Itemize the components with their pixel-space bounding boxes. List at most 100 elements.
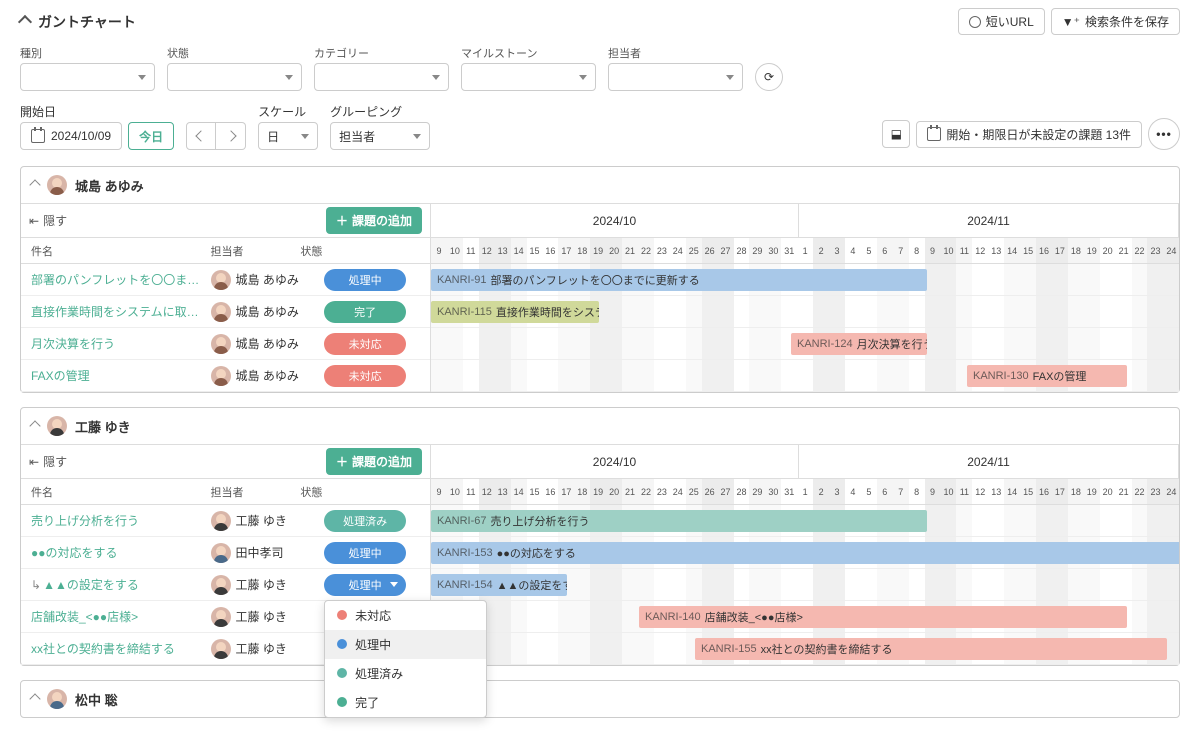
next-button[interactable] (216, 122, 246, 150)
add-issue-button[interactable]: ＋課題の追加 (326, 207, 422, 234)
collapse-left-icon: ⇤ (29, 214, 39, 228)
day-header: 15 (527, 479, 543, 504)
column-header-assignee: 担当者 (211, 484, 301, 500)
status-pill[interactable]: 処理中 (324, 542, 406, 564)
status-dot-icon (337, 639, 347, 649)
grouping-select[interactable]: 担当者 (330, 122, 430, 150)
chevron-right-icon (225, 130, 236, 141)
task-assignee: 田中孝司 (211, 543, 301, 563)
task-name-link[interactable]: ↳▲▲の設定をする (21, 576, 211, 593)
gantt-bar[interactable]: KANRI-124 月次決算を行う (791, 333, 927, 355)
status-dot-icon (337, 668, 347, 678)
filter-category-label: カテゴリー (314, 45, 449, 61)
day-header: 21 (1116, 479, 1132, 504)
today-button[interactable]: 今日 (128, 122, 174, 150)
gantt-row: KANRI-124 月次決算を行う (431, 328, 1179, 360)
start-date-input[interactable]: 2024/10/09 (20, 122, 122, 150)
section-header[interactable]: 城島 あゆみ (21, 167, 1179, 203)
filter-assignee-label: 担当者 (608, 45, 743, 61)
hide-button[interactable]: ⇤隠す (29, 212, 67, 229)
more-icon: ••• (1156, 127, 1172, 141)
day-header: 11 (463, 238, 479, 263)
section-name: 城島 あゆみ (75, 176, 144, 195)
status-dot-icon (337, 697, 347, 707)
day-header: 19 (590, 238, 606, 263)
prev-button[interactable] (186, 122, 216, 150)
status-pill[interactable]: 未対応 (324, 333, 406, 355)
undated-issues-button[interactable]: 開始・期限日が未設定の課題 13件 (916, 121, 1142, 148)
avatar (47, 689, 67, 709)
gantt-bar[interactable]: KANRI-115 直接作業時間をシステムに取り込む (431, 301, 599, 323)
task-assignee: 城島 あゆみ (211, 270, 301, 290)
bar-key: KANRI-115 (437, 306, 492, 318)
day-header: 13 (495, 238, 511, 263)
save-search-button[interactable]: ▼⁺ 検索条件を保存 (1051, 8, 1180, 35)
day-header: 13 (495, 479, 511, 504)
status-pill[interactable]: 完了 (324, 301, 406, 323)
section-name: 松中 聡 (75, 690, 118, 709)
task-assignee: 工藤 ゆき (211, 607, 301, 627)
gantt-bar[interactable]: KANRI-154 ▲▲の設定をする (431, 574, 567, 596)
section-header[interactable]: 松中 聡 (21, 681, 1179, 717)
filter-assignee-select[interactable] (608, 63, 743, 91)
scale-select[interactable]: 日 (258, 122, 318, 150)
filter-type-select[interactable] (20, 63, 155, 91)
month-header: 2024/11 (799, 445, 1179, 479)
dropdown-item[interactable]: 処理中 (325, 630, 486, 659)
month-header: 2024/10 (431, 204, 799, 238)
task-name-link[interactable]: FAXの管理 (21, 367, 211, 384)
export-button[interactable]: ⬓ (882, 120, 910, 148)
task-name-link[interactable]: 売り上げ分析を行う (21, 512, 211, 529)
dropdown-item[interactable]: 処理済み (325, 659, 486, 688)
filter-category-select[interactable] (314, 63, 449, 91)
day-header: 10 (447, 479, 463, 504)
day-header: 1 (797, 238, 813, 263)
task-name-link[interactable]: xx社との契約書を締結する (21, 640, 211, 657)
collapse-icon[interactable] (18, 14, 32, 28)
day-header: 29 (749, 479, 765, 504)
filter-milestone-select[interactable] (461, 63, 596, 91)
day-header: 22 (638, 479, 654, 504)
day-header: 29 (749, 238, 765, 263)
more-button[interactable]: ••• (1148, 118, 1180, 150)
section-header[interactable]: 工藤 ゆき (21, 408, 1179, 444)
chevron-down-icon (301, 134, 309, 139)
gantt-bar[interactable]: KANRI-91 部署のパンフレットを〇〇までに更新する (431, 269, 927, 291)
avatar (47, 416, 67, 436)
short-url-button[interactable]: 短いURL (958, 8, 1045, 35)
chevron-down-icon (726, 75, 734, 80)
status-pill[interactable]: 未対応 (324, 365, 406, 387)
day-header: 16 (542, 479, 558, 504)
task-name-link[interactable]: 店舗改装_<●●店様> (21, 608, 211, 625)
day-header: 20 (1100, 238, 1116, 263)
task-name-link[interactable]: 月次決算を行う (21, 335, 211, 352)
task-name-link[interactable]: 部署のパンフレットを〇〇まで… (21, 271, 211, 288)
status-pill[interactable]: 処理済み (324, 510, 406, 532)
task-name-link[interactable]: 直接作業時間をシステムに取り… (21, 303, 211, 320)
gantt-bar[interactable]: KANRI-130 FAXの管理 (967, 365, 1127, 387)
filter-state-select[interactable] (167, 63, 302, 91)
add-issue-button[interactable]: ＋課題の追加 (326, 448, 422, 475)
gantt-bar[interactable]: KANRI-155 xx社との契約書を締結する (695, 638, 1167, 660)
hide-button[interactable]: ⇤隠す (29, 453, 67, 470)
gantt-bar[interactable]: KANRI-67 売り上げ分析を行う (431, 510, 927, 532)
page-title: ガントチャート (38, 12, 136, 32)
day-header: 25 (686, 479, 702, 504)
status-pill[interactable]: 処理中 (324, 574, 406, 596)
day-header: 12 (972, 479, 988, 504)
bar-label: 直接作業時間をシステムに取り込む (496, 304, 599, 320)
avatar (211, 302, 231, 322)
day-header: 26 (702, 479, 718, 504)
task-name-link[interactable]: ●●の対応をする (21, 544, 211, 561)
refresh-button[interactable]: ⟳ (755, 63, 783, 91)
gantt-bar[interactable]: KANRI-153 ●●の対応をする (431, 542, 1179, 564)
calendar-icon (927, 127, 941, 141)
status-pill[interactable]: 処理中 (324, 269, 406, 291)
dropdown-item[interactable]: 完了 (325, 688, 486, 717)
filter-plus-icon: ▼⁺ (1062, 15, 1080, 29)
dropdown-item[interactable]: 未対応 (325, 601, 486, 630)
day-header: 27 (718, 479, 734, 504)
day-header: 22 (1132, 479, 1148, 504)
day-header: 24 (670, 238, 686, 263)
gantt-bar[interactable]: KANRI-140 店舗改装_<●●店様> (639, 606, 1127, 628)
